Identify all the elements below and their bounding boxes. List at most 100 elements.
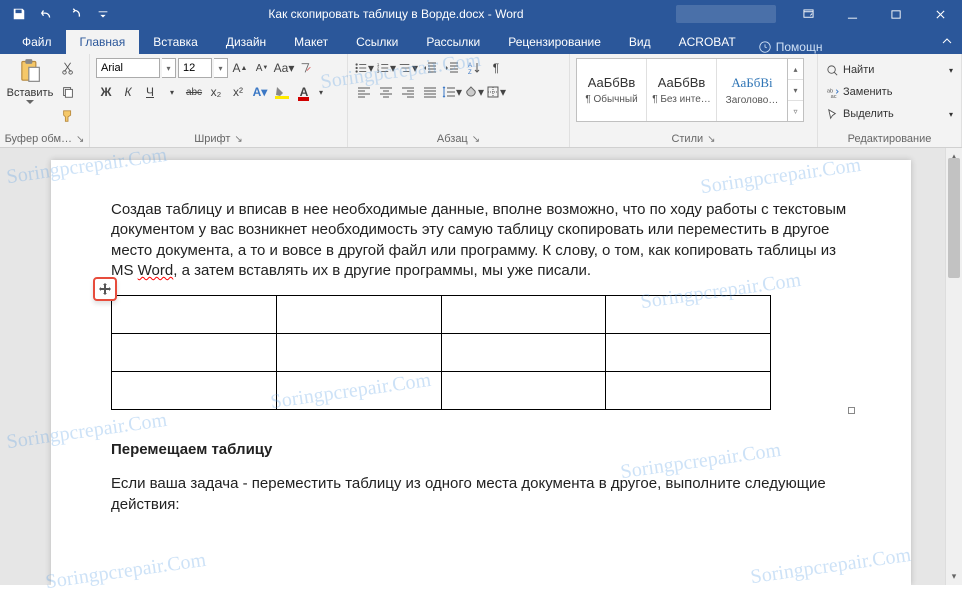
window-controls bbox=[786, 0, 962, 28]
save-button[interactable] bbox=[6, 2, 32, 26]
clipboard-group-label: Буфер обм… bbox=[5, 133, 72, 145]
cut-button[interactable] bbox=[58, 58, 78, 78]
paste-button[interactable]: Вставить bbox=[6, 58, 54, 105]
borders-button[interactable]: ▾ bbox=[486, 82, 506, 102]
heading-move-table[interactable]: Перемещаем таблицу bbox=[111, 440, 851, 460]
bullets-button[interactable]: ▾ bbox=[354, 58, 374, 78]
group-styles: АаБбВв¶ Обычный АаБбВв¶ Без инте… АаБбВі… bbox=[570, 54, 818, 147]
ribbon-tabs: Файл Главная Вставка Дизайн Макет Ссылки… bbox=[0, 28, 962, 54]
editing-group-label: Редактирование bbox=[848, 133, 932, 145]
table-row bbox=[112, 334, 771, 372]
subscript-button[interactable]: x₂ bbox=[206, 82, 226, 102]
format-painter-button[interactable] bbox=[58, 106, 78, 126]
svg-text:3: 3 bbox=[377, 69, 380, 74]
justify-button[interactable] bbox=[420, 82, 440, 102]
ribbon-options-button[interactable] bbox=[786, 0, 830, 28]
tab-view[interactable]: Вид bbox=[615, 30, 665, 54]
style-normal[interactable]: АаБбВв¶ Обычный bbox=[577, 59, 647, 121]
sort-button[interactable]: AZ bbox=[464, 58, 484, 78]
show-marks-button[interactable]: ¶ bbox=[486, 58, 506, 78]
tab-design[interactable]: Дизайн bbox=[212, 30, 280, 54]
font-name-combo[interactable]: Arial bbox=[96, 58, 160, 78]
styles-group-label: Стили bbox=[671, 133, 703, 145]
align-right-button[interactable] bbox=[398, 82, 418, 102]
svg-text:ac: ac bbox=[831, 94, 837, 99]
page: Создав таблицу и вписав в нее необходимы… bbox=[51, 160, 911, 585]
highlight-button[interactable] bbox=[272, 82, 292, 102]
font-size-arrow[interactable]: ▾ bbox=[214, 58, 228, 78]
clipboard-dialog-launcher[interactable]: ↘ bbox=[76, 134, 84, 145]
shading-button[interactable]: ▾ bbox=[464, 82, 484, 102]
paragraph-dialog-launcher[interactable]: ↘ bbox=[472, 134, 480, 145]
styles-more[interactable]: ▿ bbox=[788, 101, 803, 121]
styles-scroll-up[interactable]: ▴ bbox=[788, 59, 803, 80]
document-area[interactable]: Создав таблицу и вписав в нее необходимы… bbox=[0, 148, 962, 585]
table-move-handle[interactable] bbox=[93, 277, 117, 301]
font-size-combo[interactable]: 12 bbox=[178, 58, 212, 78]
redo-button[interactable] bbox=[62, 2, 88, 26]
window-title: Как скопировать таблицу в Ворде.docx - W… bbox=[116, 7, 676, 21]
styles-gallery: АаБбВв¶ Обычный АаБбВв¶ Без инте… АаБбВі… bbox=[576, 58, 804, 122]
tab-layout[interactable]: Макет bbox=[280, 30, 342, 54]
underline-more-button[interactable]: ▾ bbox=[162, 82, 182, 102]
collapse-ribbon-button[interactable] bbox=[932, 28, 962, 54]
close-button[interactable] bbox=[918, 0, 962, 28]
font-dialog-launcher[interactable]: ↘ bbox=[234, 134, 242, 145]
multilevel-list-button[interactable]: ▾ bbox=[398, 58, 418, 78]
find-button[interactable]: Найти▾ bbox=[826, 60, 953, 80]
vertical-scrollbar[interactable]: ▴ ▾ bbox=[945, 148, 962, 585]
styles-dialog-launcher[interactable]: ↘ bbox=[707, 134, 715, 145]
title-bar: Как скопировать таблицу в Ворде.docx - W… bbox=[0, 0, 962, 28]
strikethrough-button[interactable]: abc bbox=[184, 82, 204, 102]
clear-formatting-button[interactable] bbox=[296, 58, 316, 78]
font-color-more-button[interactable]: ▾ bbox=[311, 82, 331, 102]
numbering-button[interactable]: 123▾ bbox=[376, 58, 396, 78]
maximize-button[interactable] bbox=[874, 0, 918, 28]
copy-button[interactable] bbox=[58, 82, 78, 102]
group-clipboard: Вставить Буфер обм… ↘ bbox=[0, 54, 90, 147]
user-badge[interactable] bbox=[676, 5, 776, 23]
paste-label: Вставить bbox=[7, 87, 54, 99]
shrink-font-button[interactable]: A▼ bbox=[252, 58, 272, 78]
style-heading1[interactable]: АаБбВіЗаголово… bbox=[717, 59, 787, 121]
align-left-button[interactable] bbox=[354, 82, 374, 102]
paragraph-2[interactable]: Если ваша задача - переместить таблицу и… bbox=[111, 474, 851, 515]
style-no-spacing[interactable]: АаБбВв¶ Без инте… bbox=[647, 59, 717, 121]
group-editing: Найти▾ abacЗаменить Выделить▾ Редактиров… bbox=[818, 54, 962, 147]
replace-button[interactable]: abacЗаменить bbox=[826, 82, 953, 102]
tab-acrobat[interactable]: ACROBAT bbox=[665, 30, 750, 54]
tab-insert[interactable]: Вставка bbox=[139, 30, 212, 54]
tell-me-search[interactable]: Помощн bbox=[750, 40, 831, 54]
scroll-down-button[interactable]: ▾ bbox=[946, 568, 962, 585]
paragraph-1[interactable]: Создав таблицу и вписав в нее необходимы… bbox=[111, 200, 851, 281]
bold-button[interactable]: Ж bbox=[96, 82, 116, 102]
increase-indent-button[interactable] bbox=[442, 58, 462, 78]
tab-review[interactable]: Рецензирование bbox=[494, 30, 615, 54]
group-font: Arial▾ 12▾ A▲ A▼ Aa▾ Ж К Ч ▾ abc x₂ x² A… bbox=[90, 54, 348, 147]
superscript-button[interactable]: x² bbox=[228, 82, 248, 102]
tab-mailings[interactable]: Рассылки bbox=[412, 30, 494, 54]
qat-customize-button[interactable] bbox=[90, 2, 116, 26]
paragraph-group-label: Абзац bbox=[437, 133, 468, 145]
decrease-indent-button[interactable] bbox=[420, 58, 440, 78]
tab-home[interactable]: Главная bbox=[66, 30, 140, 54]
styles-scroll-down[interactable]: ▾ bbox=[788, 80, 803, 101]
select-button[interactable]: Выделить▾ bbox=[826, 104, 953, 124]
scroll-thumb[interactable] bbox=[948, 158, 960, 278]
undo-button[interactable] bbox=[34, 2, 60, 26]
line-spacing-button[interactable]: ▾ bbox=[442, 82, 462, 102]
underline-button[interactable]: Ч bbox=[140, 82, 160, 102]
font-name-arrow[interactable]: ▾ bbox=[162, 58, 176, 78]
italic-button[interactable]: К bbox=[118, 82, 138, 102]
table-resize-handle[interactable] bbox=[848, 407, 855, 414]
document-table[interactable] bbox=[111, 295, 771, 410]
tab-file[interactable]: Файл bbox=[8, 30, 66, 54]
grow-font-button[interactable]: A▲ bbox=[230, 58, 250, 78]
align-center-button[interactable] bbox=[376, 82, 396, 102]
text-effects-button[interactable]: A▾ bbox=[250, 82, 270, 102]
table-container bbox=[111, 295, 851, 410]
tell-me-label: Помощн bbox=[776, 40, 823, 54]
change-case-button[interactable]: Aa▾ bbox=[274, 58, 294, 78]
minimize-button[interactable] bbox=[830, 0, 874, 28]
tab-references[interactable]: Ссылки bbox=[342, 30, 412, 54]
